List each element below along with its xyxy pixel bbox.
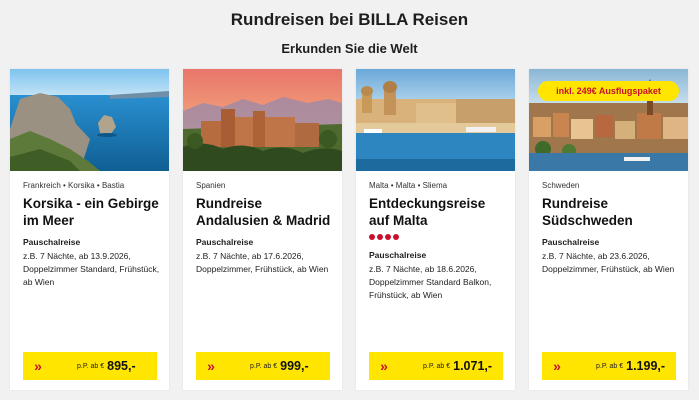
- card-title[interactable]: Rundreise Andalusien & Madrid: [196, 195, 336, 229]
- double-chevron-right-icon: »: [553, 358, 561, 374]
- price-button[interactable]: » p.P. ab € 1.071,-: [369, 352, 503, 380]
- card-location: Malta • Malta • Sliema: [369, 181, 448, 190]
- rating-dot-icon: [393, 234, 399, 240]
- price-prefix: p.P. ab €: [423, 362, 451, 370]
- rating-dot-icon: [385, 234, 391, 240]
- card-title[interactable]: Rundreise Südschweden: [542, 195, 682, 229]
- card-location: Schweden: [542, 181, 580, 190]
- price-prefix: p.P. ab €: [77, 362, 105, 370]
- double-chevron-right-icon: »: [207, 358, 215, 374]
- card-travel-type: Pauschalreise: [542, 237, 600, 247]
- card-travel-type: Pauschalreise: [369, 250, 427, 260]
- card-details: z.B. 7 Nächte, ab 13.9.2026, Doppelzimme…: [23, 251, 160, 287]
- card-title[interactable]: Entdeckungsreise auf Malta: [369, 195, 509, 229]
- price-button[interactable]: » p.P. ab € 999,-: [196, 352, 330, 380]
- page-subtitle: Erkunden Sie die Welt: [281, 41, 418, 56]
- card-travel-type: Pauschalreise: [196, 237, 254, 247]
- tour-card-malta[interactable]: Malta • Malta • Sliema Entdeckungsreise …: [356, 69, 515, 390]
- card-location: Frankreich • Korsika • Bastia: [23, 181, 125, 190]
- star-rating: [369, 234, 509, 242]
- card-location: Spanien: [196, 181, 226, 190]
- price-amount: 999,-: [280, 359, 309, 373]
- price-prefix: p.P. ab €: [596, 362, 624, 370]
- rating-dot-icon: [369, 234, 375, 240]
- price-prefix: p.P. ab €: [250, 362, 278, 370]
- double-chevron-right-icon: »: [34, 358, 42, 374]
- price-button[interactable]: » p.P. ab € 1.199,-: [542, 352, 676, 380]
- card-details: z.B. 7 Nächte, ab 17.6.2026, Doppelzimme…: [196, 251, 329, 274]
- price-amount: 1.071,-: [453, 359, 493, 373]
- corsica-coast-photo[interactable]: [10, 69, 169, 171]
- promo-badge: inkl. 249€ Ausflugspaket: [538, 81, 679, 101]
- card-title[interactable]: Korsika - ein Gebirge im Meer: [23, 195, 163, 229]
- tour-card-andalusien[interactable]: Spanien Rundreise Andalusien & Madrid Pa…: [183, 69, 342, 390]
- price-button[interactable]: » p.P. ab € 895,-: [23, 352, 157, 380]
- rating-dot-icon: [377, 234, 383, 240]
- card-travel-type: Pauschalreise: [23, 237, 81, 247]
- alhambra-photo[interactable]: [183, 69, 342, 171]
- tour-card-korsika[interactable]: Frankreich • Korsika • Bastia Korsika - …: [10, 69, 169, 390]
- card-details: z.B. 7 Nächte, ab 18.6.2026, Doppelzimme…: [369, 264, 492, 300]
- price-amount: 895,-: [107, 359, 136, 373]
- tour-card-schweden[interactable]: inkl. 249€ Ausflugspaket Schweden Rundre…: [529, 69, 688, 390]
- price-amount: 1.199,-: [626, 359, 666, 373]
- page-title: Rundreisen bei BILLA Reisen: [230, 10, 469, 29]
- valletta-harbour-photo[interactable]: [356, 69, 515, 171]
- double-chevron-right-icon: »: [380, 358, 388, 374]
- card-details: z.B. 7 Nächte, ab 23.6.2026, Doppelzimme…: [542, 251, 675, 274]
